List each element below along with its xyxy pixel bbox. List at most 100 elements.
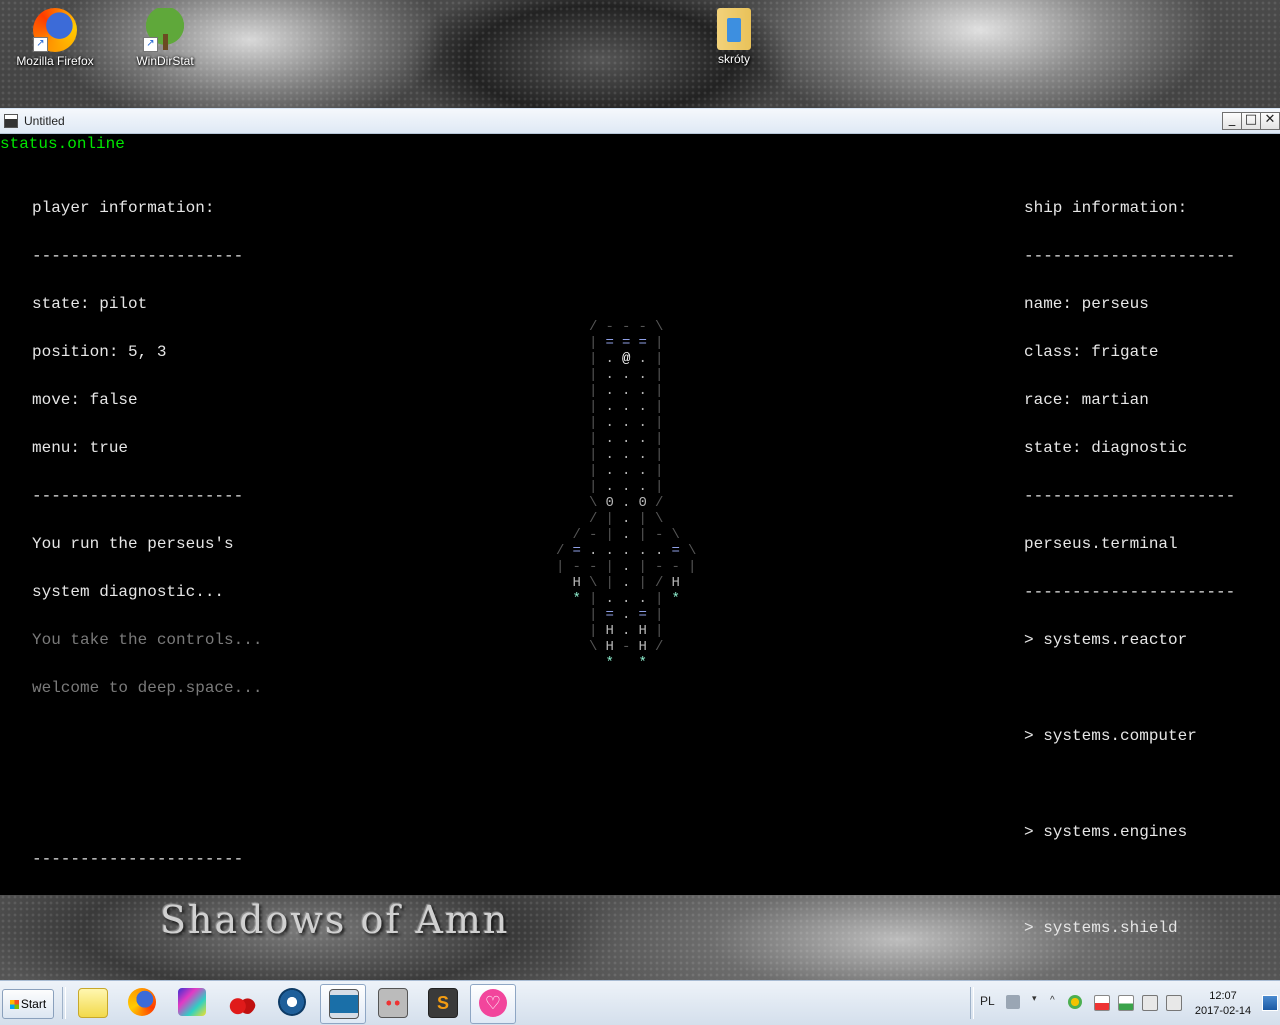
- windows-logo-icon: [9, 1000, 19, 1009]
- taskbar-heart-app[interactable]: ♡: [470, 984, 516, 1024]
- folder-icon: [717, 8, 751, 50]
- divider: ----------------------: [32, 850, 244, 868]
- ship-art-row: * |... | *: [572, 591, 680, 607]
- ship-state: state: diagnostic: [1024, 439, 1188, 457]
- gale-icon: [178, 988, 206, 1016]
- divider: ----------------------: [1024, 247, 1236, 265]
- taskbar: Start S ♡ PL ▾ ^ 12:07 2017-02-14: [0, 980, 1280, 1025]
- clock-date: 2017-02-14: [1194, 1005, 1252, 1017]
- firefox-icon: [128, 988, 156, 1016]
- ship-art-row: / =..... = \: [556, 543, 697, 559]
- system-clock[interactable]: 12:07 2017-02-14: [1192, 989, 1254, 1019]
- chart-icon[interactable]: [1118, 995, 1134, 1011]
- ship-race: race: martian: [1024, 391, 1149, 409]
- log-line: system diagnostic...: [32, 583, 225, 601]
- security-check-icon[interactable]: [1068, 995, 1082, 1009]
- ship-art-row: \ H - H /: [589, 639, 664, 655]
- wallpaper-title: Shadows of Amn: [160, 898, 510, 942]
- ship-art-row: |... |: [589, 383, 664, 399]
- ship-art-row: |. @. |: [589, 351, 664, 367]
- status-line: status.online: [0, 135, 125, 153]
- desktop-icon-label: Mozilla Firefox: [16, 54, 94, 68]
- taskbar-cherry[interactable]: [220, 984, 264, 1022]
- taskbar-firefox[interactable]: [120, 984, 164, 1022]
- player-position: position: 5, 3: [32, 343, 167, 361]
- flag-icon[interactable]: [1094, 995, 1110, 1011]
- show-desktop-button[interactable]: [1262, 995, 1278, 1011]
- usb-device-icon[interactable]: [1142, 995, 1158, 1011]
- show-hidden-icons[interactable]: ^: [1050, 995, 1058, 1009]
- ship-class: class: frigate: [1024, 343, 1159, 361]
- sticky-notes-icon: [78, 988, 108, 1018]
- window-title: Untitled: [24, 114, 65, 128]
- network-icon: [278, 988, 306, 1016]
- log-line: You take the controls...: [32, 631, 263, 649]
- window-titlebar[interactable]: Untitled _ □ ✕: [0, 109, 1280, 134]
- taskbar-terminal-window[interactable]: [320, 984, 366, 1024]
- ship-art-row: |... |: [589, 367, 664, 383]
- ship-art-row: |... |: [589, 479, 664, 495]
- start-button[interactable]: Start: [2, 989, 54, 1019]
- player-state: state: pilot: [32, 295, 148, 313]
- ship-art-row: | =. = |: [589, 607, 664, 623]
- desktop-icon-windirstat[interactable]: ↗ WinDirStat: [120, 8, 210, 68]
- cherry-icon: [228, 988, 256, 1016]
- player-move: move: false: [32, 391, 138, 409]
- ship-heading: ship information:: [1024, 199, 1188, 217]
- ship-ascii-art: / - - - \ | = = = | |. @. | |... | |... | |... | |...…: [552, 319, 701, 671]
- menu-item-computer[interactable]: > systems.computer: [1024, 728, 1235, 744]
- player-heading: player information:: [32, 199, 215, 217]
- network-status-icon[interactable]: [1166, 995, 1182, 1011]
- window-app-icon: [4, 114, 18, 128]
- log-line: You run the perseus's: [32, 535, 234, 553]
- divider: ----------------------: [32, 247, 244, 265]
- start-label: Start: [20, 997, 47, 1011]
- ship-art-row: / - |. | - \: [572, 527, 680, 543]
- ship-name: name: perseus: [1024, 295, 1149, 313]
- taskbar-robot[interactable]: [370, 984, 414, 1022]
- windirstat-icon: ↗: [143, 8, 187, 52]
- heart-app-icon: ♡: [479, 989, 507, 1017]
- ship-art-row: \ 0. 0/: [589, 495, 664, 511]
- divider: ----------------------: [1024, 583, 1236, 601]
- ship-art-row: / - - - \: [589, 319, 664, 335]
- ship-art-row: | - - |. | - - |: [556, 559, 697, 575]
- robot-icon: [378, 988, 408, 1018]
- desktop-icon-label: skróty: [717, 52, 750, 66]
- app-window: Untitled _ □ ✕ status.online player info…: [0, 108, 1280, 936]
- taskbar-sticky-notes[interactable]: [70, 984, 114, 1022]
- desktop-icon-skroty[interactable]: skróty: [689, 8, 779, 66]
- close-button[interactable]: ✕: [1260, 112, 1280, 130]
- taskbar-network[interactable]: [270, 984, 314, 1022]
- options-chevron-icon[interactable]: ▾: [1032, 994, 1040, 1009]
- ship-art-row: |... |: [589, 447, 664, 463]
- player-menu: menu: true: [32, 439, 129, 457]
- ship-art-row: / |. | \: [589, 511, 664, 527]
- ship-info-panel: ship information: ----------------------…: [1024, 168, 1235, 968]
- language-indicator[interactable]: PL: [980, 994, 995, 1008]
- ship-art-row: |... |: [589, 463, 664, 479]
- desktop-icon-firefox[interactable]: ↗ Mozilla Firefox: [10, 8, 100, 68]
- menu-item-reactor[interactable]: > systems.reactor: [1024, 632, 1235, 648]
- keyboard-icon[interactable]: [1006, 995, 1020, 1009]
- ship-art-row: |... |: [589, 415, 664, 431]
- taskbar-gale[interactable]: [170, 984, 214, 1022]
- firefox-icon: ↗: [33, 8, 77, 52]
- ship-art-row: | = = = |: [589, 335, 664, 351]
- terminal-screen[interactable]: status.online player information: ------…: [0, 134, 1280, 936]
- menu-item-engines[interactable]: > systems.engines: [1024, 824, 1235, 840]
- taskbar-sublime[interactable]: S: [420, 984, 464, 1022]
- divider: ----------------------: [1024, 487, 1236, 505]
- clock-time: 12:07: [1209, 990, 1237, 1002]
- menu-item-shield[interactable]: > systems.shield: [1024, 920, 1235, 936]
- terminal-title: perseus.terminal: [1024, 535, 1178, 553]
- ship-art-row: |... |: [589, 431, 664, 447]
- divider: ----------------------: [32, 487, 244, 505]
- taskbar-separator: [62, 987, 66, 1019]
- taskbar-separator: [970, 987, 974, 1019]
- player-info-panel: player information: --------------------…: [32, 168, 262, 899]
- terminal-window-icon: [329, 989, 359, 1019]
- ship-art-row: H \ |. | / H: [572, 575, 680, 591]
- minimize-button[interactable]: _: [1222, 112, 1242, 130]
- maximize-button[interactable]: □: [1241, 112, 1261, 130]
